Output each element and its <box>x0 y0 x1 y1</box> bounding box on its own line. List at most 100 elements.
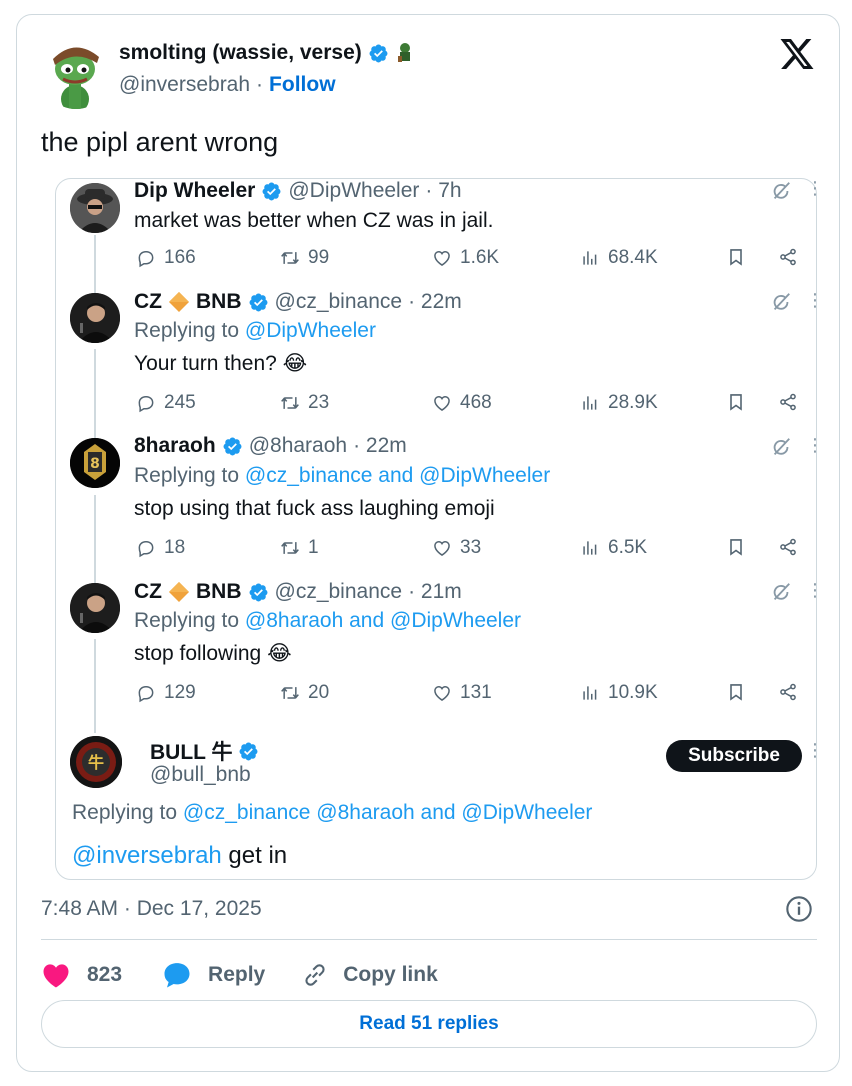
share-button[interactable] <box>778 537 798 557</box>
follow-button[interactable]: Follow <box>269 73 336 97</box>
avatar-8haraoh[interactable]: 8 <box>70 438 120 488</box>
reply-count-label: 129 <box>164 682 196 703</box>
copy-link-label: Copy link <box>343 963 438 986</box>
replying-to-link[interactable]: @DipWheeler <box>245 319 376 342</box>
subscribe-button[interactable]: Subscribe <box>666 740 802 772</box>
like-count-label: 131 <box>460 682 492 703</box>
grok-icon[interactable] <box>770 581 792 603</box>
reply-author-handle[interactable]: @bull_bnb <box>150 763 251 787</box>
read-replies-button[interactable]: Read 51 replies <box>41 1000 817 1048</box>
thread-author-name[interactable]: CZ <box>134 580 162 604</box>
retweet-count-label: 23 <box>308 392 330 413</box>
bookmark-button[interactable] <box>726 247 746 267</box>
reply-author-name[interactable]: BULL 牛 <box>150 736 232 766</box>
more-icon[interactable]: ⋮ <box>806 179 824 197</box>
author-name[interactable]: smolting (wassie, verse) <box>119 41 362 65</box>
retweet-count[interactable]: 20 <box>280 682 329 704</box>
retweet-count[interactable]: 99 <box>280 247 329 269</box>
like-count-label: 33 <box>460 537 482 558</box>
reply-icon <box>136 248 156 268</box>
thread-author-name[interactable]: CZ <box>134 290 162 314</box>
info-icon[interactable] <box>785 895 813 923</box>
like-count-total: 823 <box>87 963 123 986</box>
reply-icon <box>136 683 156 703</box>
retweet-icon <box>280 538 300 558</box>
thread-text: market was better when CZ was in jail. <box>134 209 494 232</box>
thread-author-handle[interactable]: @8haraoh <box>249 434 347 458</box>
view-count[interactable]: 10.9K <box>580 682 658 704</box>
retweet-count[interactable]: 1 <box>280 537 319 559</box>
thread-author-name-suffix[interactable]: BNB <box>196 580 242 604</box>
bookmark-button[interactable] <box>726 537 746 557</box>
more-icon[interactable]: ⋮ <box>806 581 824 599</box>
avatar-cz[interactable] <box>70 583 120 633</box>
bookmark-button[interactable] <box>726 392 746 412</box>
reply-action[interactable]: Reply <box>162 961 265 989</box>
like-count[interactable]: 33 <box>432 537 481 559</box>
reply-count[interactable]: 18 <box>136 537 185 559</box>
retweet-count-label: 20 <box>308 682 330 703</box>
thread-text: Your turn then? 😂 <box>134 352 308 375</box>
mention-link[interactable]: @inversebrah <box>72 842 222 869</box>
avatar-cz[interactable] <box>70 293 120 343</box>
replying-to-link[interactable]: @cz_binance and @DipWheeler <box>245 464 550 487</box>
copy-link-action[interactable]: Copy link <box>301 961 438 989</box>
view-count[interactable]: 6.5K <box>580 537 647 559</box>
like-count-label: 468 <box>460 392 492 413</box>
views-icon <box>580 683 600 703</box>
quoted-thread[interactable]: Dip Wheeler @DipWheeler · 7h market was … <box>55 178 824 880</box>
more-icon[interactable]: ⋮ <box>806 291 824 309</box>
tweet-actions: 823 Reply Copy link <box>41 955 438 995</box>
thread-time[interactable]: · 22m <box>353 434 407 458</box>
reply-count-label: 245 <box>164 392 196 413</box>
thread-time[interactable]: · 22m <box>408 290 462 314</box>
like-count[interactable]: 1.6K <box>432 247 499 269</box>
grok-icon[interactable] <box>770 436 792 458</box>
reply-count[interactable]: 245 <box>136 392 196 414</box>
thread-author-name[interactable]: Dip Wheeler <box>134 179 255 203</box>
retweet-icon <box>280 683 300 703</box>
thread-time[interactable]: · 21m <box>408 580 462 604</box>
thread-text: stop using that fuck ass laughing emoji <box>134 497 495 520</box>
replying-to-prefix: Replying to <box>134 464 240 487</box>
verified-badge-icon <box>248 582 269 603</box>
author-handle[interactable]: @inversebrah <box>119 73 250 97</box>
share-icon <box>778 247 798 267</box>
more-icon[interactable]: ⋮ <box>806 741 824 759</box>
share-button[interactable] <box>778 392 798 412</box>
chat-bubble-icon <box>164 963 190 988</box>
reply-count[interactable]: 129 <box>136 682 196 704</box>
share-button[interactable] <box>778 682 798 702</box>
bookmark-button[interactable] <box>726 682 746 702</box>
thread-author-handle[interactable]: @cz_binance <box>275 580 403 604</box>
replying-to-link[interactable]: @8haraoh and @DipWheeler <box>245 609 521 632</box>
view-count-label: 68.4K <box>608 247 658 268</box>
share-button[interactable] <box>778 247 798 267</box>
x-logo-icon[interactable] <box>779 37 815 71</box>
thread-author-handle[interactable]: @cz_binance <box>275 290 403 314</box>
like-count[interactable]: 131 <box>432 682 492 704</box>
view-count[interactable]: 28.9K <box>580 392 658 414</box>
avatar-bull[interactable]: 牛 <box>70 736 122 788</box>
like-count[interactable]: 468 <box>432 392 492 414</box>
thread-author-name[interactable]: 8haraoh <box>134 434 216 458</box>
grok-icon[interactable] <box>770 291 792 313</box>
replying-to-link[interactable]: @cz_binance @8haraoh and @DipWheeler <box>183 801 593 824</box>
verified-badge-icon <box>238 741 259 762</box>
thread-time[interactable]: · 7h <box>425 179 461 203</box>
tweet-timestamp[interactable]: 7:48 AM · Dec 17, 2025 <box>41 897 262 921</box>
reply-icon <box>136 393 156 413</box>
thread-author-handle[interactable]: @DipWheeler <box>288 179 419 203</box>
thread-author-name-suffix[interactable]: BNB <box>196 290 242 314</box>
bnb-diamond-icon <box>168 291 190 313</box>
retweet-count[interactable]: 23 <box>280 392 329 414</box>
reply-count[interactable]: 166 <box>136 247 196 269</box>
bookmark-icon <box>726 392 746 412</box>
more-icon[interactable]: ⋮ <box>806 436 824 454</box>
avatar-dipwheeler[interactable] <box>70 183 120 233</box>
author-avatar[interactable] <box>41 39 111 109</box>
like-action[interactable]: 823 <box>41 961 122 989</box>
reply-label: Reply <box>208 963 266 986</box>
grok-icon[interactable] <box>770 180 792 202</box>
view-count[interactable]: 68.4K <box>580 247 658 269</box>
